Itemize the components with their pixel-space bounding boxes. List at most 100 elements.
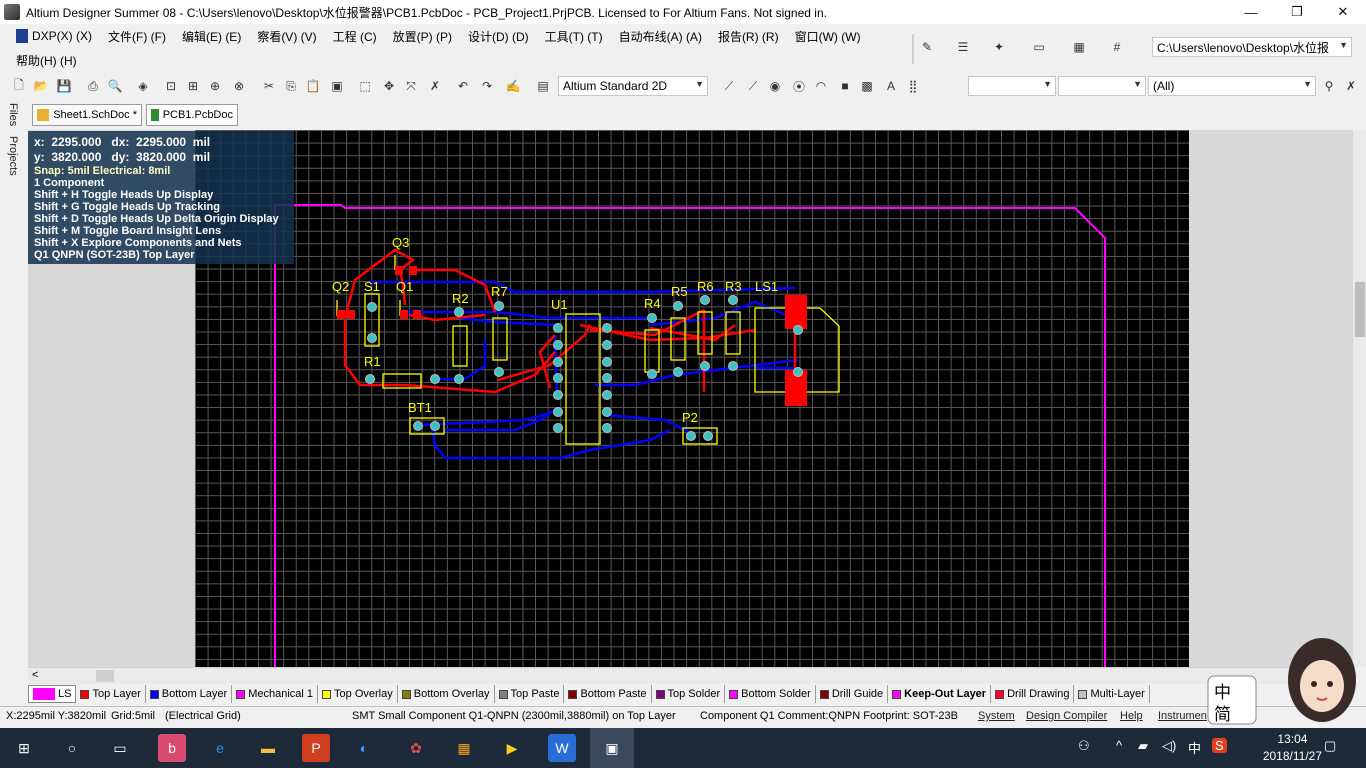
side-tab-projects[interactable]: Projects — [2, 132, 24, 180]
filter-all-combo[interactable]: (All) ▼ — [1148, 76, 1316, 96]
print-icon[interactable]: ⎙ — [84, 77, 102, 95]
sogou-icon[interactable]: S — [1212, 738, 1227, 753]
layer-tab[interactable]: Bottom Paste — [564, 685, 652, 703]
close-button[interactable]: ✕ — [1320, 0, 1366, 24]
file-explorer-icon[interactable]: ▬ — [254, 734, 282, 762]
layer-tab[interactable]: Keep-Out Layer — [888, 685, 992, 703]
ime-indicator[interactable]: 中 — [1188, 738, 1201, 757]
help-panel-button[interactable]: Help — [1120, 710, 1143, 722]
paste-icon[interactable]: 📋 — [304, 77, 322, 95]
filter-combo-a[interactable]: ▼ — [968, 76, 1056, 96]
task-view-icon[interactable]: ▭ — [106, 734, 134, 762]
apply-filter-icon[interactable]: ⚲ — [1320, 77, 1338, 95]
layer-tab[interactable]: Bottom Solder — [725, 685, 816, 703]
minimize-button[interactable]: — — [1228, 0, 1274, 24]
scroll-left-icon[interactable]: < — [32, 669, 38, 681]
ruler-icon[interactable]: ▭ — [1030, 38, 1048, 56]
menu-view[interactable]: 察看(V) (V) — [249, 28, 324, 45]
layer-tab[interactable]: Bottom Overlay — [398, 685, 495, 703]
menu-project[interactable]: 工程 (C) — [325, 28, 385, 45]
document-path-combo[interactable]: C:\Users\lenovo\Desktop\水位报 ▼ — [1152, 37, 1352, 57]
wps-icon[interactable]: W — [548, 734, 576, 762]
system-panel-button[interactable]: System — [978, 710, 1015, 722]
polygon-icon[interactable]: ▩ — [858, 77, 876, 95]
interactive-route-icon[interactable]: ⟋ — [720, 77, 738, 95]
place-fill-icon[interactable]: ■ — [836, 77, 854, 95]
library-icon[interactable]: ▤ — [534, 77, 552, 95]
menu-reports[interactable]: 报告(R) (R) — [710, 28, 787, 45]
doc-tab-pcb[interactable]: PCB1.PcbDoc — [146, 104, 238, 126]
move-selection-icon[interactable]: ⤧ — [402, 77, 420, 95]
layer-tab[interactable]: Mechanical 1 — [232, 685, 319, 703]
altium-taskbar-icon[interactable]: ▣ — [590, 728, 634, 768]
place-pad-icon[interactable]: ◉ — [766, 77, 784, 95]
menu-design[interactable]: 设计(D) (D) — [460, 28, 537, 45]
layer-tab[interactable]: Top Paste — [495, 685, 565, 703]
zoom-selected-icon[interactable]: ⊕ — [206, 77, 224, 95]
align-icon[interactable]: ☰ — [954, 38, 972, 56]
open-icon[interactable]: 📂 — [32, 77, 50, 95]
room-icon[interactable]: ▦ — [1070, 38, 1088, 56]
layer-tab[interactable]: Top Layer — [76, 685, 146, 703]
print-preview-icon[interactable]: 🔍 — [106, 77, 124, 95]
layer-tab[interactable]: Top Solder — [652, 685, 726, 703]
volume-icon[interactable]: ◁) — [1162, 738, 1176, 754]
place-via-icon[interactable]: ⦿ — [790, 77, 808, 95]
diff-pair-icon[interactable]: ⟋ — [744, 77, 762, 95]
notification-icon[interactable]: ▢ — [1324, 738, 1336, 754]
place-arc-icon[interactable]: ◠ — [812, 77, 830, 95]
menu-file[interactable]: 文件(F) (F) — [100, 28, 174, 45]
people-icon[interactable]: ⚇ — [1078, 738, 1090, 754]
store-icon[interactable]: ▦ — [450, 734, 478, 762]
layer-tab[interactable]: Bottom Layer — [146, 685, 233, 703]
browser-c-icon[interactable]: ◐ — [350, 734, 378, 762]
app-red-icon[interactable]: P — [302, 734, 330, 762]
layer-tab[interactable]: Multi-Layer — [1074, 685, 1150, 703]
copy-icon[interactable]: ⎘ — [282, 77, 300, 95]
cut-icon[interactable]: ✂ — [260, 77, 278, 95]
view-config-combo[interactable]: Altium Standard 2D ▼ — [558, 76, 708, 96]
menu-window[interactable]: 窗口(W) (W) — [787, 28, 869, 45]
zoom-fit-icon[interactable]: ⊡ — [162, 77, 180, 95]
cross-probe-icon[interactable]: ✍ — [504, 77, 522, 95]
new-icon[interactable]: 🗋 — [10, 77, 28, 95]
3d-view-icon[interactable]: ◈ — [134, 77, 152, 95]
maximize-button[interactable]: ❐ — [1274, 0, 1320, 24]
tray-expand-icon[interactable]: ^ — [1116, 738, 1122, 753]
edge-browser-icon[interactable]: e — [206, 734, 234, 762]
bilibili-icon[interactable]: b — [158, 734, 186, 762]
menu-place[interactable]: 放置(P) (P) — [385, 28, 460, 45]
edit-tool-icon[interactable]: ✎ — [918, 38, 936, 56]
select-area-icon[interactable]: ⬚ — [356, 77, 374, 95]
windows-start-icon[interactable]: ⊞ — [10, 734, 38, 762]
doc-tab-schematic[interactable]: Sheet1.SchDoc * — [32, 104, 142, 126]
undo-icon[interactable]: ↶ — [454, 77, 472, 95]
rubber-stamp-icon[interactable]: ▣ — [328, 77, 346, 95]
clear-filter-icon[interactable]: ✗ — [1342, 77, 1360, 95]
search-icon[interactable]: ○ — [58, 734, 86, 762]
move-icon[interactable]: ✥ — [380, 77, 398, 95]
horizontal-scrollbar[interactable]: < — [28, 667, 1353, 684]
grid-icon[interactable]: # — [1108, 38, 1126, 56]
select-icon[interactable]: ✦ — [990, 38, 1008, 56]
array-paste-icon[interactable]: ⣿ — [904, 77, 922, 95]
paint-app-icon[interactable]: ✿ — [402, 734, 430, 762]
layer-tab[interactable]: Drill Guide — [816, 685, 889, 703]
design-compiler-button[interactable]: Design Compiler — [1026, 710, 1107, 722]
layer-tab[interactable]: Drill Drawing — [991, 685, 1075, 703]
current-layer-indicator[interactable]: LS — [28, 685, 77, 703]
ime-mascot-widget[interactable]: 中 简 — [1200, 618, 1366, 728]
vertical-scrollbar[interactable] — [1353, 130, 1366, 667]
filter-combo-b[interactable]: ▼ — [1058, 76, 1146, 96]
menu-dxp[interactable]: DXP(X) (X) — [8, 29, 100, 43]
horizontal-scroll-thumb[interactable] — [96, 670, 114, 682]
vertical-scroll-thumb[interactable] — [1355, 282, 1365, 337]
menu-autoroute[interactable]: 自动布线(A) (A) — [611, 28, 710, 45]
save-icon[interactable]: 💾 — [55, 77, 73, 95]
menu-tools[interactable]: 工具(T) (T) — [537, 28, 611, 45]
menu-edit[interactable]: 编辑(E) (E) — [174, 28, 249, 45]
zoom-filter-icon[interactable]: ⊗ — [230, 77, 248, 95]
system-clock[interactable]: 13:04 2018/11/27 — [1263, 731, 1322, 765]
video-app-icon[interactable]: ▶ — [498, 734, 526, 762]
menu-help[interactable]: 帮助(H) (H) — [8, 52, 85, 69]
